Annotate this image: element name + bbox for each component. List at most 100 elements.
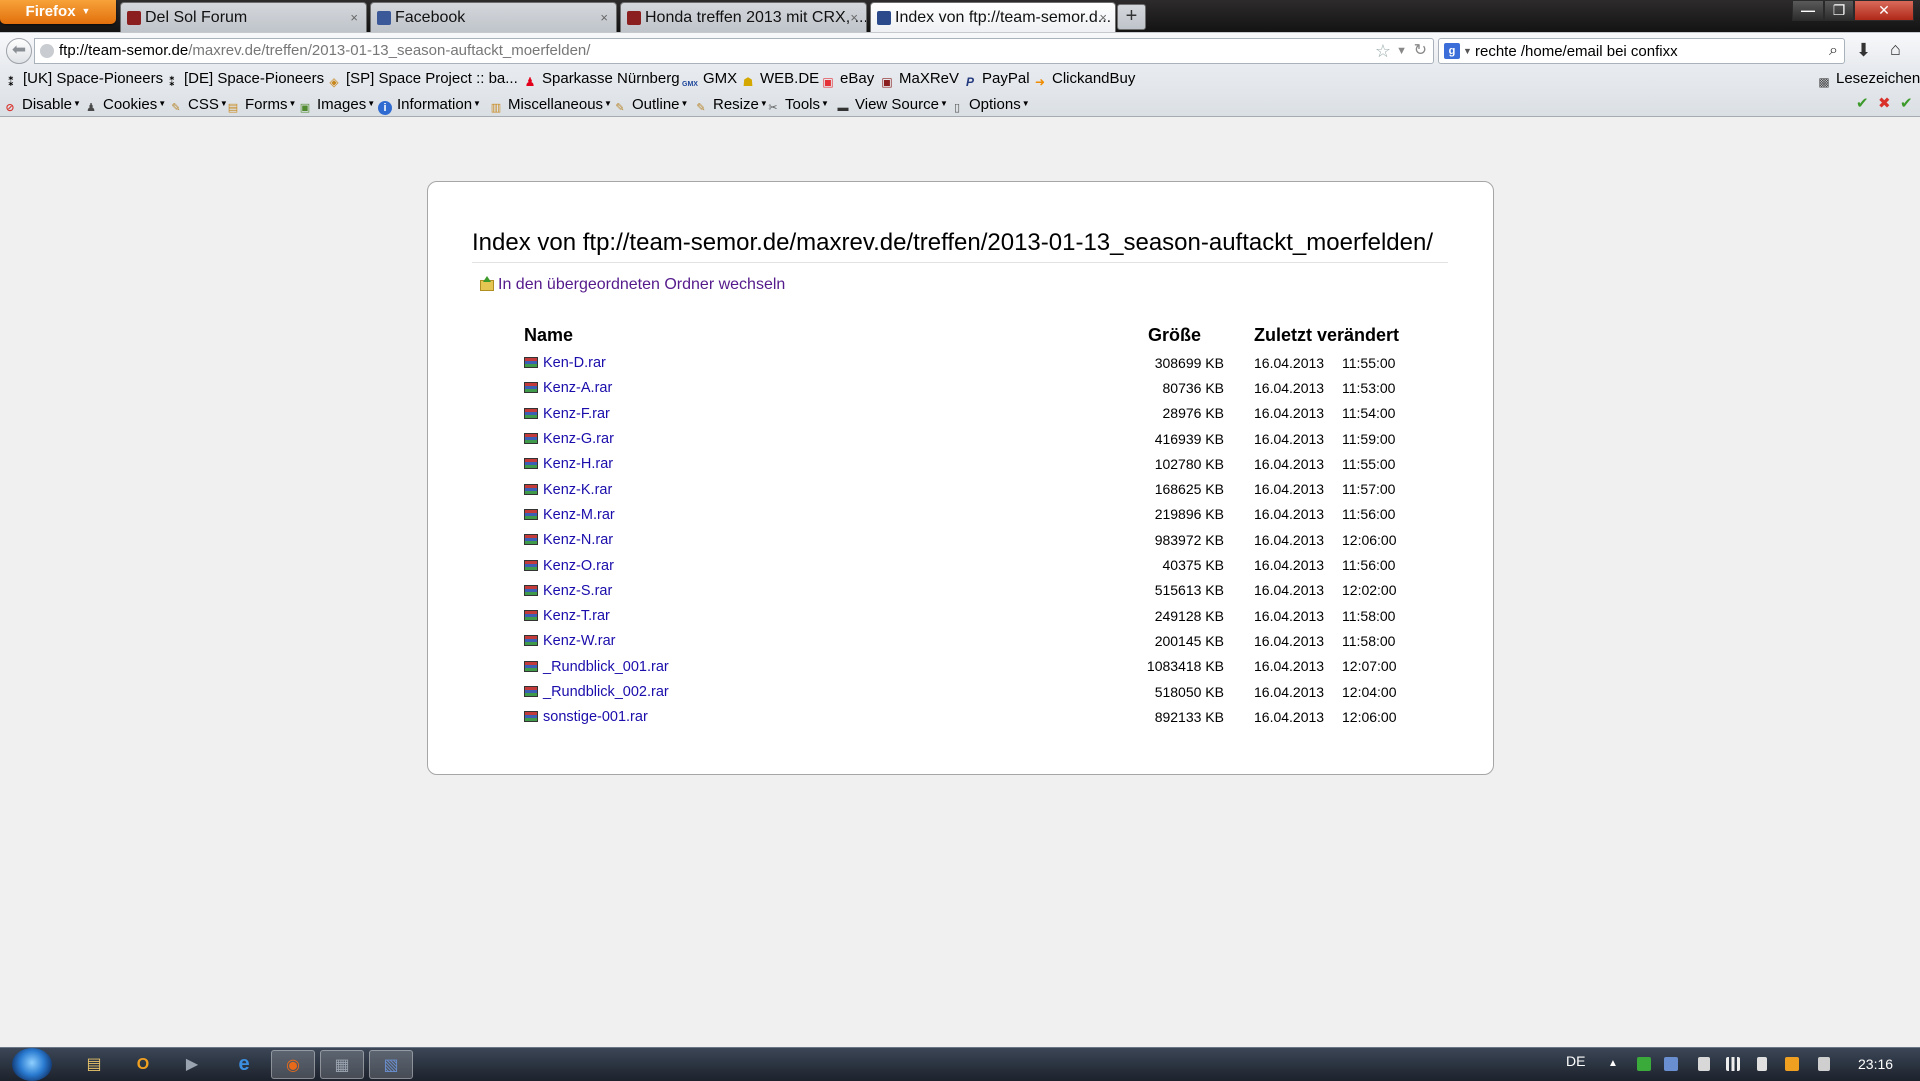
bookmarks-menu-button[interactable]: ▩ Lesezeichen — [1816, 66, 1920, 92]
file-link[interactable]: sonstige-001.rar — [543, 709, 648, 725]
firefox-menu-button[interactable]: Firefox ▼ — [0, 0, 116, 24]
tray-security-icon[interactable] — [1637, 1057, 1651, 1071]
bookmark-uk-space-pioneers[interactable]: ⁑ [UK] Space-Pioneers — [3, 66, 163, 92]
close-icon[interactable]: × — [1099, 3, 1107, 32]
close-icon[interactable]: × — [850, 3, 858, 32]
file-link[interactable]: Kenz-T.rar — [543, 608, 610, 624]
tab-honda-treffen[interactable]: Honda treffen 2013 mit CRX, ... × — [620, 2, 867, 32]
dev-menu-label: Outline — [632, 96, 680, 113]
bookmark-ebay[interactable]: ▣ eBay — [820, 66, 874, 92]
file-link[interactable]: Kenz-N.rar — [543, 532, 613, 548]
bookmark-clickandbuy[interactable]: ➜ ClickandBuy — [1032, 66, 1135, 92]
tab-ftp-index[interactable]: Index von ftp://team-semor.d... × — [870, 2, 1116, 32]
taskbar-firefox[interactable]: ◉ — [271, 1050, 315, 1079]
site-identity-icon[interactable] — [40, 44, 54, 58]
taskbar-clock[interactable]: 23:16 — [1858, 1048, 1893, 1081]
url-text[interactable]: ftp://team-semor.de/maxrev.de/treffen/20… — [59, 39, 590, 63]
bookmark-sparkasse[interactable]: ♟ Sparkasse Nürnberg — [522, 66, 680, 92]
taskbar-app-6[interactable]: ▦ — [320, 1050, 364, 1079]
bookmark-webde[interactable]: ☗ WEB.DE — [740, 66, 820, 92]
file-link[interactable]: Ken-D.rar — [543, 355, 606, 371]
dev-menu-options[interactable]: ▯ Options▼ — [950, 92, 1030, 116]
show-hidden-icons-icon[interactable]: ▲ — [1608, 1057, 1622, 1071]
file-name-cell: Kenz-W.rar — [524, 628, 1134, 653]
file-link[interactable]: Kenz-K.rar — [543, 482, 612, 498]
file-link[interactable]: Kenz-S.rar — [543, 583, 612, 599]
dev-menu-resize[interactable]: ✎ Resize▼ — [694, 92, 767, 116]
close-icon[interactable]: × — [600, 3, 608, 32]
validation-error-icon[interactable]: ✖ — [1878, 92, 1891, 116]
downloads-icon[interactable]: ⬇ — [1856, 40, 1871, 61]
tab-facebook[interactable]: Facebook × — [370, 2, 617, 32]
close-icon[interactable]: × — [350, 3, 358, 32]
file-link[interactable]: Kenz-F.rar — [543, 406, 610, 422]
search-input[interactable] — [1475, 39, 1805, 63]
dev-menu-images[interactable]: ▣ Images▼ — [298, 92, 375, 116]
file-time-cell: 12:02:00 — [1342, 582, 1397, 599]
taskbar-internet-explorer[interactable]: e — [222, 1050, 266, 1079]
reload-icon[interactable]: ↻ — [1414, 39, 1427, 63]
dev-menu-miscellaneous[interactable]: ▥ Miscellaneous▼ — [489, 92, 612, 116]
bookmark-gmx[interactable]: GMX GMX — [681, 66, 737, 92]
back-button[interactable]: ⬅ — [6, 38, 32, 64]
file-link[interactable]: Kenz-W.rar — [543, 633, 616, 649]
resize-icon: ✎ — [696, 102, 706, 114]
home-icon[interactable]: ⌂ — [1890, 39, 1901, 60]
battery-icon[interactable] — [1757, 1057, 1767, 1071]
dev-menu-css[interactable]: ✎ CSS▼ — [169, 92, 227, 116]
taskbar-app-7[interactable]: ▧ — [369, 1050, 413, 1079]
new-tab-button[interactable]: + — [1117, 4, 1146, 30]
dev-menu-forms[interactable]: ▤ Forms▼ — [226, 92, 297, 116]
action-center-flag-icon[interactable] — [1698, 1057, 1710, 1071]
bookmark-star-icon[interactable]: ☆ — [1375, 39, 1391, 63]
file-size-cell: 518050 KB — [1154, 683, 1224, 700]
file-link[interactable]: _Rundblick_002.rar — [543, 684, 669, 700]
network-signal-icon[interactable] — [1726, 1057, 1740, 1071]
url-history-dropdown-icon[interactable]: ▼ — [1396, 39, 1407, 63]
language-indicator[interactable]: DE — [1566, 1048, 1585, 1074]
file-date-cell: 16.04.2013 — [1254, 531, 1325, 548]
dev-menu-tools[interactable]: ✂ Tools▼ — [766, 92, 829, 116]
file-name-cell: sonstige-001.rar — [524, 704, 1134, 729]
validation-ok-icon[interactable]: ✔ — [1856, 92, 1869, 116]
column-header-size[interactable]: Größe — [1134, 320, 1240, 350]
bookmark-label: eBay — [840, 70, 875, 87]
table-row: sonstige-001.rar 892133 KB 16.04.2013 12:06… — [524, 704, 1412, 729]
bookmark-paypal[interactable]: P PayPal — [962, 66, 1030, 92]
file-link[interactable]: Kenz-M.rar — [543, 507, 615, 523]
url-bar[interactable]: ftp://team-semor.de/maxrev.de/treffen/20… — [34, 38, 1434, 64]
dev-menu-view-source[interactable]: ▬ View Source▼ — [836, 92, 948, 116]
file-link[interactable]: Kenz-G.rar — [543, 431, 614, 447]
taskbar-explorer[interactable]: ▤ — [72, 1050, 116, 1079]
bookmark-de-space-pioneers[interactable]: ⁑ [DE] Space-Pioneers — [164, 66, 324, 92]
column-header-modified[interactable]: Zuletzt verändert — [1240, 320, 1412, 350]
google-search-engine-icon[interactable]: g — [1444, 43, 1460, 59]
dev-menu-information[interactable]: i Information▼ — [378, 92, 481, 116]
minimize-button[interactable]: — — [1792, 0, 1824, 21]
file-size-cell: 102780 KB — [1154, 455, 1224, 472]
start-button[interactable] — [12, 1048, 52, 1081]
column-header-name[interactable]: Name — [524, 320, 1134, 350]
file-time-cell: 11:58:00 — [1342, 632, 1396, 649]
dev-menu-disable[interactable]: ⊘ Disable▼ — [3, 92, 81, 116]
file-link[interactable]: Kenz-A.rar — [543, 380, 612, 396]
file-link[interactable]: _Rundblick_001.rar — [543, 659, 669, 675]
bookmark-maxrev[interactable]: ▣ MaXReV — [879, 66, 959, 92]
parent-directory-link[interactable]: In den übergeordneten Ordner wechseln — [480, 274, 785, 296]
taskbar-media-player[interactable]: ▶ — [170, 1050, 214, 1079]
tab-del-sol-forum[interactable]: Del Sol Forum × — [120, 2, 367, 32]
chevron-down-icon[interactable]: ▼ — [1463, 39, 1472, 63]
maximize-button[interactable]: ❐ — [1824, 0, 1854, 21]
close-window-button[interactable]: ✕ — [1854, 0, 1914, 21]
tray-app-icon[interactable] — [1785, 1057, 1799, 1071]
bookmark-space-project[interactable]: ◈ [SP] Space Project :: ba... — [326, 66, 517, 92]
validation-ok-icon[interactable]: ✔ — [1900, 92, 1913, 116]
dev-menu-cookies[interactable]: ♟ Cookies▼ — [84, 92, 166, 116]
dev-menu-outline[interactable]: ✎ Outline▼ — [613, 92, 688, 116]
file-link[interactable]: Kenz-O.rar — [543, 558, 614, 574]
search-icon[interactable]: ⌕ — [1829, 39, 1838, 63]
taskbar-outlook[interactable]: O — [121, 1050, 165, 1079]
file-link[interactable]: Kenz-H.rar — [543, 456, 613, 472]
volume-muted-icon[interactable] — [1818, 1057, 1830, 1071]
tray-network-tool-icon[interactable] — [1664, 1057, 1678, 1071]
